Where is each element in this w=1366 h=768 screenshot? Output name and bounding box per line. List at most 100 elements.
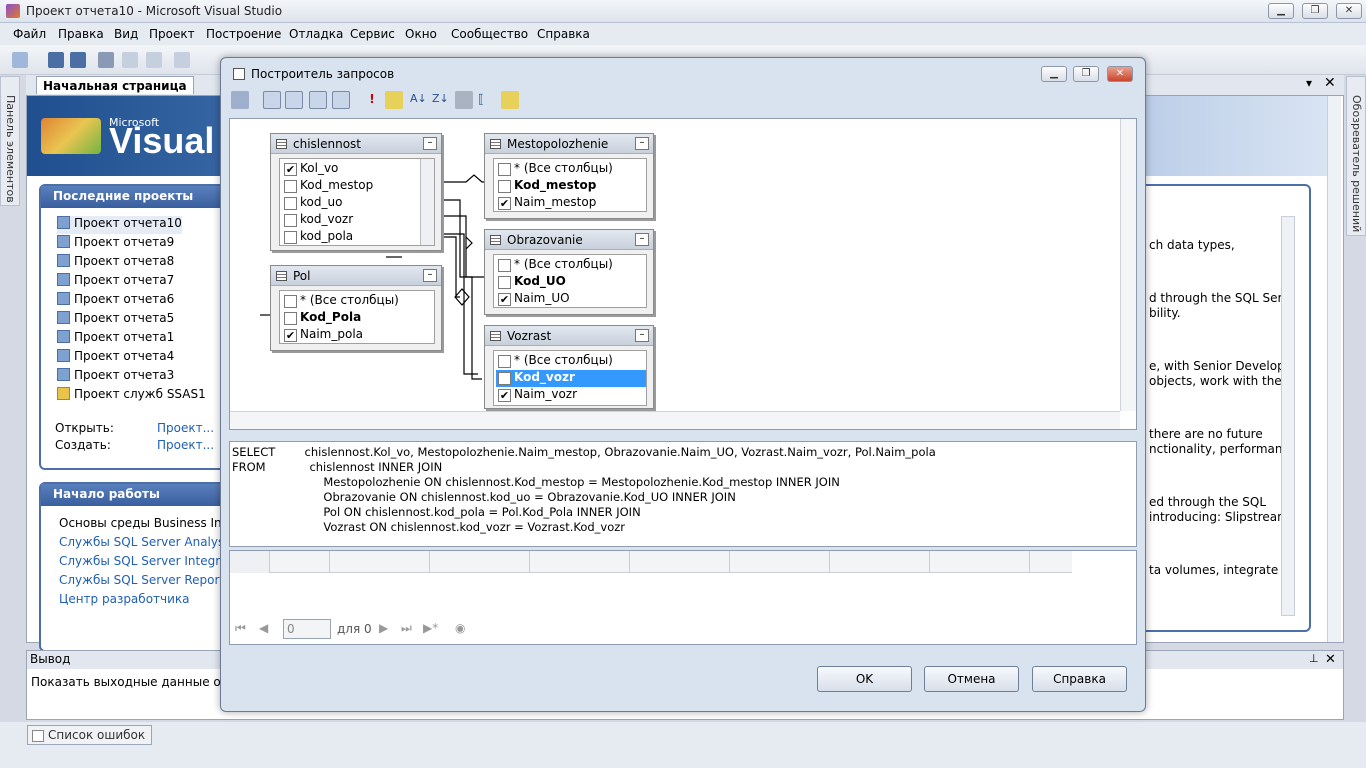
copy-icon[interactable] xyxy=(122,52,138,68)
tab-start-page[interactable]: Начальная страница xyxy=(36,76,194,94)
open-project-link[interactable]: Проект... xyxy=(157,421,214,439)
column-checkbox[interactable] xyxy=(284,197,297,210)
menu-window[interactable]: Окно xyxy=(405,27,437,41)
execute-sql-icon[interactable]: ! xyxy=(363,91,381,109)
stop-icon[interactable]: ◉ xyxy=(455,621,465,635)
sort-descending-icon[interactable]: Z↓ xyxy=(431,91,449,109)
save-all-icon[interactable] xyxy=(70,52,86,68)
recent-project-item[interactable]: Проект служб SSAS1 xyxy=(57,387,206,405)
record-number-input[interactable]: 0 xyxy=(283,619,331,639)
new-record-icon[interactable]: ▶* xyxy=(423,621,438,635)
getting-started-item[interactable]: Центр разработчика xyxy=(59,592,190,610)
getting-started-item[interactable]: Основы среды Business Intelli xyxy=(59,516,244,534)
column-checkbox[interactable] xyxy=(498,180,511,193)
paste-icon[interactable] xyxy=(146,52,162,68)
create-project-link[interactable]: Проект... xyxy=(157,438,214,456)
recent-project-item[interactable]: Проект отчета10 xyxy=(57,216,182,234)
show-results-pane-icon[interactable] xyxy=(332,91,350,109)
group-by-icon[interactable]: ⟦ xyxy=(477,91,495,109)
getting-started-item[interactable]: Службы SQL Server Reporting xyxy=(59,573,243,591)
menu-debug[interactable]: Отладка xyxy=(289,27,343,41)
collapse-icon[interactable]: – xyxy=(635,233,649,246)
add-table-icon[interactable] xyxy=(501,91,519,109)
show-diagram-pane-icon[interactable] xyxy=(263,91,281,109)
getting-started-item[interactable]: Службы SQL Server Analysis S xyxy=(59,535,245,553)
table-vozrast[interactable]: Vozrast – * (Все столбцы) Kod_vozr ✔ Naim_… xyxy=(484,325,654,409)
collapse-icon[interactable]: – xyxy=(423,269,437,282)
menu-tools[interactable]: Сервис xyxy=(350,27,395,41)
column-row[interactable]: kod_vozr xyxy=(282,212,353,229)
first-record-icon[interactable]: ⏮ xyxy=(235,621,246,636)
dialog-maximize-button[interactable]: ❐ xyxy=(1073,66,1099,82)
recent-project-item[interactable]: Проект отчета9 xyxy=(57,235,174,253)
recent-project-item[interactable]: Проект отчета3 xyxy=(57,368,174,386)
table-obrazovanie[interactable]: Obrazovanie – * (Все столбцы) Kod_UO ✔ Nai… xyxy=(484,229,654,315)
menu-project[interactable]: Проект xyxy=(149,27,195,41)
column-row[interactable]: kod_uo xyxy=(282,195,342,212)
output-close-icon[interactable]: ✕ xyxy=(1325,652,1336,667)
column-checkbox[interactable] xyxy=(284,180,297,193)
recent-project-item[interactable]: Проект отчета8 xyxy=(57,254,174,272)
last-record-icon[interactable]: ⏭ xyxy=(401,621,412,636)
getting-started-item[interactable]: Службы SQL Server Integratio xyxy=(59,554,243,572)
collapse-icon[interactable]: – xyxy=(635,329,649,342)
menu-build[interactable]: Построение xyxy=(206,27,281,41)
column-row[interactable]: Kod_Pola xyxy=(282,310,361,327)
column-row[interactable]: * (Все столбцы) xyxy=(282,293,399,310)
column-row[interactable]: kod_pola xyxy=(282,229,353,246)
recent-project-item[interactable]: Проект отчета4 xyxy=(57,349,174,367)
column-row[interactable]: Kod_UO xyxy=(496,274,566,291)
column-row[interactable]: Kod_mestop xyxy=(496,178,596,195)
cancel-button[interactable]: Отмена xyxy=(924,666,1019,692)
recent-project-item[interactable]: Проект отчета1 xyxy=(57,330,174,348)
table-pol[interactable]: Pol – * (Все столбцы) Kod_Pola ✔ Naim_pola xyxy=(270,265,442,351)
menu-file[interactable]: Файл xyxy=(13,27,46,41)
collapse-icon[interactable]: – xyxy=(423,137,437,150)
solution-explorer-strip[interactable]: Обозреватель решений xyxy=(1346,76,1366,236)
dialog-close-button[interactable]: ✕ xyxy=(1107,66,1133,82)
column-checkbox[interactable]: ✔ xyxy=(284,329,297,342)
diagram-hscrollbar[interactable] xyxy=(230,411,1120,429)
column-row[interactable]: ✔ Naim_vozr xyxy=(496,387,577,404)
sort-ascending-icon[interactable]: A↓ xyxy=(409,91,427,109)
show-criteria-pane-icon[interactable] xyxy=(285,91,303,109)
column-row[interactable]: ✔ Naim_UO xyxy=(496,291,570,308)
cut-icon[interactable] xyxy=(98,52,114,68)
save-icon[interactable] xyxy=(48,52,64,68)
column-checkbox[interactable] xyxy=(284,231,297,244)
show-sql-pane-icon[interactable] xyxy=(309,91,327,109)
column-row[interactable]: Kod_mestop xyxy=(282,178,373,195)
recent-project-item[interactable]: Проект отчета7 xyxy=(57,273,174,291)
prev-record-icon[interactable]: ◀ xyxy=(259,621,268,635)
column-row[interactable]: * (Все столбцы) xyxy=(496,257,613,274)
table-mestopolozhenie[interactable]: Mestopolozhenie – * (Все столбцы) Kod_mes… xyxy=(484,133,654,219)
minimize-button[interactable]: ▁ xyxy=(1268,3,1294,19)
recent-project-item[interactable]: Проект отчета6 xyxy=(57,292,174,310)
column-checkbox[interactable] xyxy=(498,163,511,176)
new-project-icon[interactable] xyxy=(12,52,28,68)
column-checkbox[interactable] xyxy=(284,295,297,308)
column-checkbox[interactable] xyxy=(284,312,297,325)
remove-filter-icon[interactable] xyxy=(455,91,473,109)
collapse-icon[interactable]: – xyxy=(635,137,649,150)
sql-pane[interactable]: SELECT chislennost.Kol_vo, Mestopolozhen… xyxy=(229,441,1137,547)
column-checkbox[interactable] xyxy=(498,372,511,385)
column-checkbox[interactable]: ✔ xyxy=(498,293,511,306)
menu-help[interactable]: Справка xyxy=(537,27,590,41)
undo-icon[interactable] xyxy=(174,52,190,68)
column-checkbox[interactable] xyxy=(498,355,511,368)
tab-dropdown-icon[interactable]: ▾ xyxy=(1306,76,1312,90)
column-checkbox[interactable] xyxy=(498,259,511,272)
column-checkbox[interactable]: ✔ xyxy=(284,163,297,176)
error-list-tab[interactable]: Список ошибок xyxy=(27,725,153,745)
close-button[interactable]: ✕ xyxy=(1336,3,1362,19)
column-row[interactable]: ✔ Naim_mestop xyxy=(496,195,596,212)
column-row[interactable]: * (Все столбцы) xyxy=(496,353,613,370)
maximize-button[interactable]: ❐ xyxy=(1302,3,1328,19)
menu-view[interactable]: Вид xyxy=(114,27,138,41)
column-row[interactable]: ✔ Naim_pola xyxy=(282,327,363,344)
menu-community[interactable]: Сообщество xyxy=(451,27,528,41)
output-pin-icon[interactable]: ⊥ xyxy=(1309,652,1319,665)
column-checkbox[interactable] xyxy=(498,276,511,289)
column-row[interactable]: * (Все столбцы) xyxy=(496,161,613,178)
